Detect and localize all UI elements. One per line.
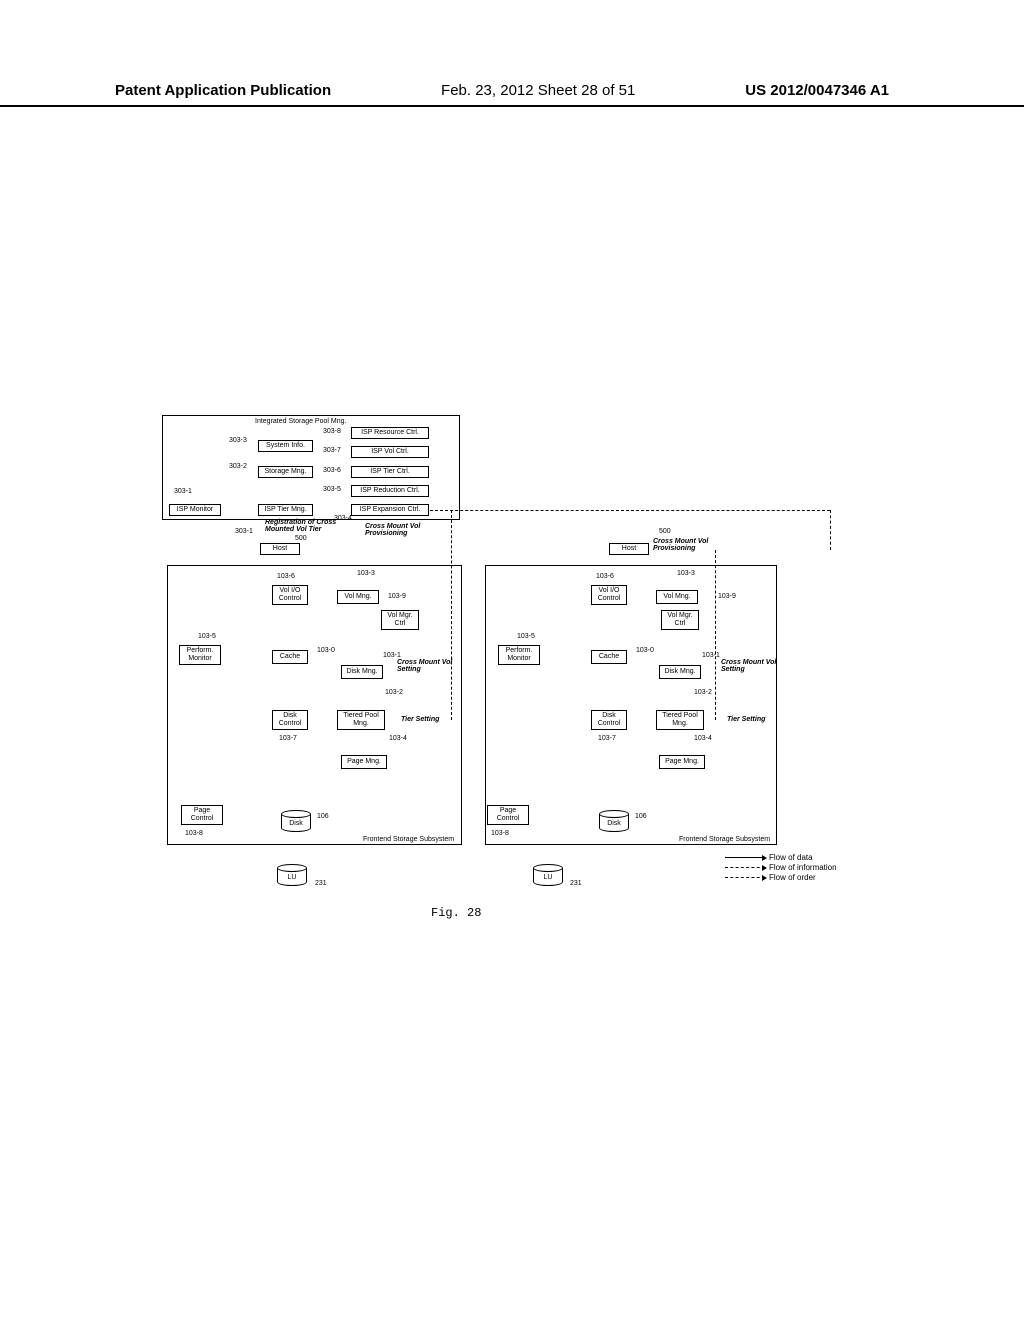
ref-303-1a: 303-1	[174, 488, 192, 495]
ref-303-5: 303-5	[323, 486, 341, 493]
isp-mng-title: Integrated Storage Pool Mng.	[255, 418, 346, 425]
ref-303-1b: 303-1	[235, 528, 253, 535]
page-control-right: Page Control	[487, 805, 529, 825]
frontend-right-frame	[485, 565, 777, 845]
tiered-pool-mng-right: Tiered Pool Mng.	[656, 710, 704, 730]
ref-303-2: 303-2	[229, 463, 247, 470]
order-line-top	[430, 510, 830, 511]
disk-mng-left: Disk Mng.	[341, 665, 383, 679]
ref-103-7-right: 103-7	[598, 735, 616, 742]
ref-103-2-left: 103-2	[385, 689, 403, 696]
registration-label: Registration of Cross Mounted Vol Tier	[265, 519, 355, 533]
header-center: Feb. 23, 2012 Sheet 28 of 51	[441, 82, 635, 99]
ref-103-6-right: 103-6	[596, 573, 614, 580]
ref-103-3-right: 103-3	[677, 570, 695, 577]
ref-103-9-left: 103-9	[388, 593, 406, 600]
ref-103-1-left: 103-1	[383, 652, 401, 659]
ref-231-right: 231	[570, 880, 582, 887]
ref-103-6-left: 103-6	[277, 573, 295, 580]
cache-left: Cache	[272, 650, 308, 664]
disk-control-right: Disk Control	[591, 710, 627, 730]
tiered-pool-mng-left: Tiered Pool Mng.	[337, 710, 385, 730]
disk-cylinder-right: Disk	[599, 810, 629, 834]
page-mng-left: Page Mng.	[341, 755, 387, 769]
system-info-box: System Info.	[258, 440, 313, 452]
ref-103-0-right: 103-0	[636, 647, 654, 654]
provisioning-label-left: Cross Mount Vol Provisioning	[365, 523, 435, 537]
vol-io-control-right: Vol I/O Control	[591, 585, 627, 605]
perform-monitor-right: Perform. Monitor	[498, 645, 540, 665]
vol-mng-right: Vol Mng.	[656, 590, 698, 604]
host-box-left: Host	[260, 543, 300, 555]
page-control-left: Page Control	[181, 805, 223, 825]
ref-103-7-left: 103-7	[279, 735, 297, 742]
frontend-title-right: Frontend Storage Subsystem	[679, 836, 770, 843]
ref-103-5-left: 103-5	[198, 633, 216, 640]
disk-mng-right: Disk Mng.	[659, 665, 701, 679]
ref-103-1-right: 103-1	[702, 652, 720, 659]
order-line-right-down2	[715, 550, 716, 720]
ref-231-left: 231	[315, 880, 327, 887]
isp-reduction-ctrl-box: ISP Reduction Ctrl.	[351, 485, 429, 497]
perform-monitor-left: Perform. Monitor	[179, 645, 221, 665]
figure-caption: Fig. 28	[431, 906, 481, 920]
ref-103-5-right: 103-5	[517, 633, 535, 640]
ref-103-8-left: 103-8	[185, 830, 203, 837]
legend-info: Flow of information	[769, 863, 837, 872]
host-box-right: Host	[609, 543, 649, 555]
isp-tier-ctrl-box: ISP Tier Ctrl.	[351, 466, 429, 478]
isp-monitor-box: ISP Monitor	[169, 504, 221, 516]
lu-cylinder-left: LU	[277, 864, 307, 888]
ref-103-4-left: 103-4	[389, 735, 407, 742]
ref-303-8: 303-8	[323, 428, 341, 435]
cross-mount-setting-right: Cross Mount Vol Setting	[721, 659, 781, 673]
tier-setting-right: Tier Setting	[727, 716, 765, 723]
disk-cylinder-left: Disk	[281, 810, 311, 834]
header-left: Patent Application Publication	[115, 82, 331, 99]
ref-303-6: 303-6	[323, 467, 341, 474]
vol-mgr-ctrl-left: Vol Mgr. Ctrl	[381, 610, 419, 630]
isp-tier-mng-box: ISP Tier Mng.	[258, 504, 313, 516]
diagram: Integrated Storage Pool Mng. ISP Resourc…	[165, 410, 865, 920]
vol-mgr-ctrl-right: Vol Mgr. Ctrl	[661, 610, 699, 630]
ref-303-7: 303-7	[323, 447, 341, 454]
disk-control-left: Disk Control	[272, 710, 308, 730]
ref-103-9-right: 103-9	[718, 593, 736, 600]
ref-103-2-right: 103-2	[694, 689, 712, 696]
ref-103-4-right: 103-4	[694, 735, 712, 742]
frontend-title-left: Frontend Storage Subsystem	[363, 836, 454, 843]
isp-vol-ctrl-box: ISP Vol Ctrl.	[351, 446, 429, 458]
header-right: US 2012/0047346 A1	[745, 82, 889, 99]
cross-mount-setting-left: Cross Mount Vol Setting	[397, 659, 457, 673]
ref-500-right: 500	[659, 528, 671, 535]
order-line-left-down	[451, 510, 452, 720]
cache-right: Cache	[591, 650, 627, 664]
ref-103-3-left: 103-3	[357, 570, 375, 577]
ref-103-8-right: 103-8	[491, 830, 509, 837]
vol-io-control-left: Vol I/O Control	[272, 585, 308, 605]
ref-500-left: 500	[295, 535, 307, 542]
isp-resource-ctrl-box: ISP Resource Ctrl.	[351, 427, 429, 439]
ref-103-0-left: 103-0	[317, 647, 335, 654]
storage-mng-box: Storage Mng.	[258, 466, 313, 478]
isp-expansion-ctrl-box: ISP Expansion Ctrl.	[351, 504, 429, 516]
ref-303-3: 303-3	[229, 437, 247, 444]
lu-cylinder-right: LU	[533, 864, 563, 888]
ref-106-right: 106	[635, 813, 647, 820]
page-header: Patent Application Publication Feb. 23, …	[0, 82, 1024, 107]
frontend-left-frame	[167, 565, 462, 845]
legend-order: Flow of order	[769, 873, 816, 882]
order-line-right-down	[830, 510, 831, 550]
legend: Flow of data Flow of information Flow of…	[725, 853, 837, 883]
ref-106-left: 106	[317, 813, 329, 820]
legend-data: Flow of data	[769, 853, 813, 862]
tier-setting-left: Tier Setting	[401, 716, 439, 723]
page-mng-right: Page Mng.	[659, 755, 705, 769]
vol-mng-left: Vol Mng.	[337, 590, 379, 604]
provisioning-label-right: Cross Mount Vol Provisioning	[653, 538, 723, 552]
